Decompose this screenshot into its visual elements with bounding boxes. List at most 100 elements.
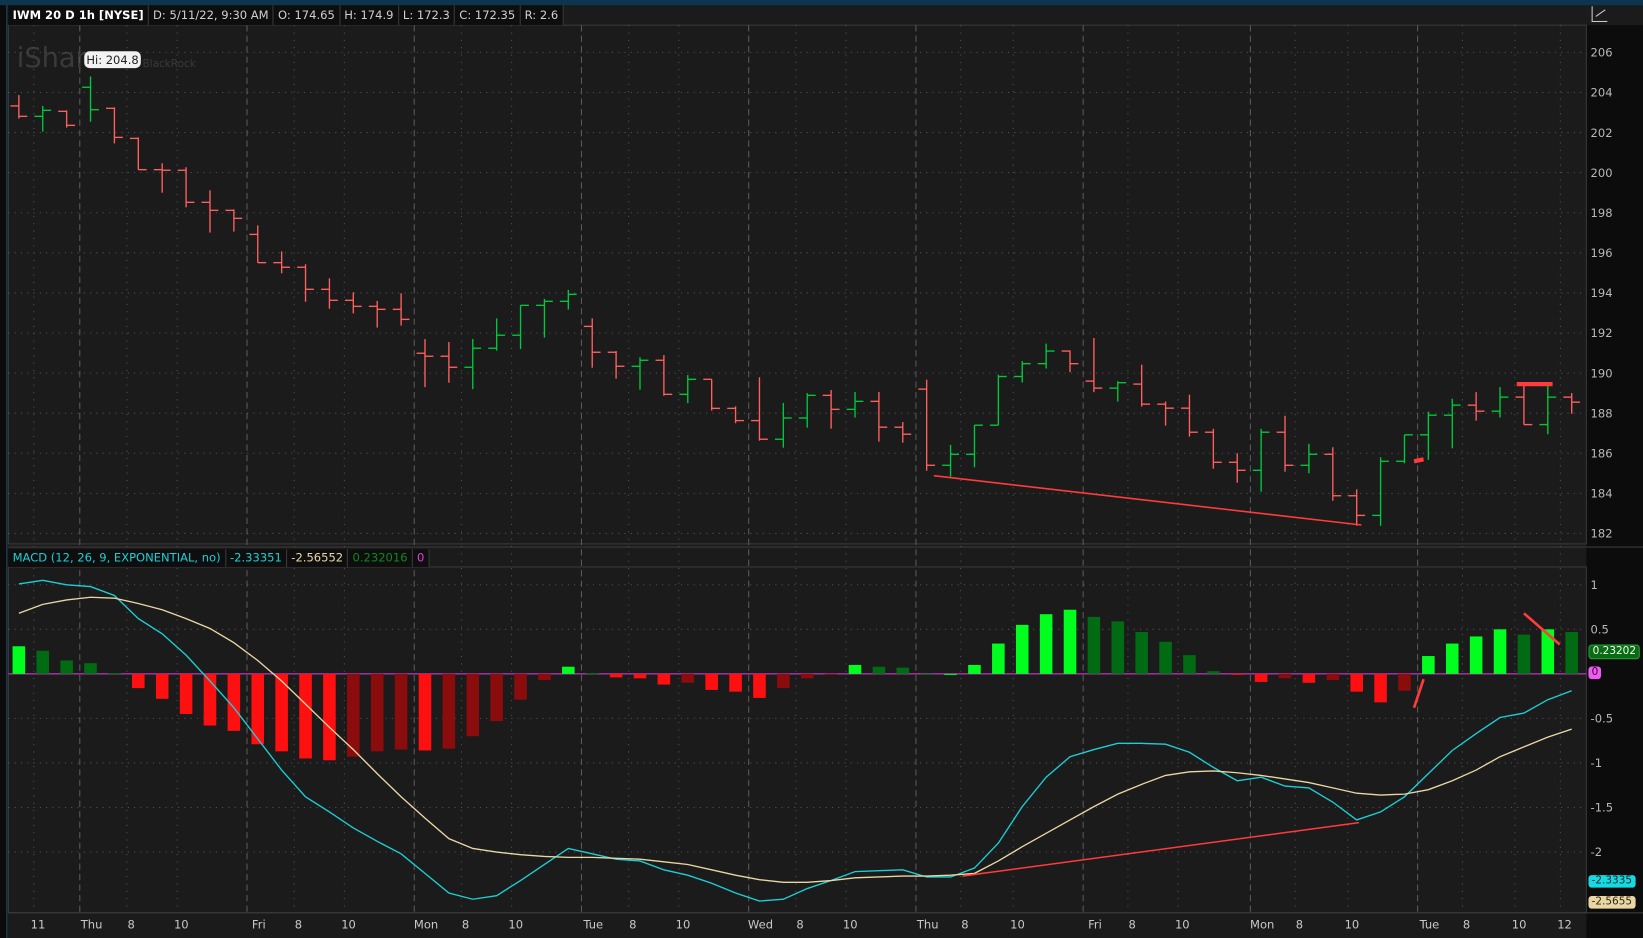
macd-axis-label: -0.5 xyxy=(1591,712,1613,726)
macd-histogram-bar xyxy=(657,673,671,685)
price-axis-label: 204 xyxy=(1591,86,1613,100)
time-axis-label: 10 xyxy=(1512,918,1527,932)
macd-histogram-bar xyxy=(848,664,862,674)
time-axis-label: Tue xyxy=(1419,918,1440,932)
price-axis-label: 188 xyxy=(1591,406,1613,420)
macd-histogram-bar xyxy=(466,673,480,737)
macd-study-header: MACD (12, 26, 9, EXPONENTIAL, no) -2.333… xyxy=(8,549,430,567)
price-panel xyxy=(7,24,1587,545)
macd-histogram-bar xyxy=(1063,609,1077,674)
macd-histogram-bar xyxy=(753,673,766,698)
close-readout: C: 172.35 xyxy=(455,5,521,26)
macd-histogram-bar xyxy=(896,667,910,674)
macd-histogram-bar xyxy=(442,673,456,749)
macd-histogram-bar xyxy=(729,673,742,692)
symbol-info-bar: IWM 20 D 1h [NYSE] D: 5/11/22, 9:30 AM O… xyxy=(8,5,564,26)
time-axis-label: 12 xyxy=(1557,918,1572,932)
macd-histogram-bar xyxy=(1398,673,1411,691)
macd-histogram-bar xyxy=(872,666,886,674)
time-axis-label: 10 xyxy=(1010,918,1025,932)
high-tooltip-text: Hi: 204.8 xyxy=(86,53,138,67)
macd-histogram-bar xyxy=(1517,634,1531,674)
time-axis-label: Tue xyxy=(582,918,603,932)
macd-histogram-bar xyxy=(132,673,145,689)
time-axis-label: 8 xyxy=(1128,918,1135,932)
macd-histogram-bar xyxy=(1565,631,1578,674)
value-axis-tag: -2.3335 xyxy=(1588,875,1636,888)
macd-histogram-bar xyxy=(1230,673,1244,675)
price-axis-label: 184 xyxy=(1591,487,1613,501)
low-readout: L: 172.3 xyxy=(399,5,456,26)
price-axis-label: 198 xyxy=(1591,206,1613,220)
time-axis-label: 8 xyxy=(796,918,803,932)
macd-histogram-bar xyxy=(1183,655,1196,674)
time-axis-label: 10 xyxy=(508,918,523,932)
macd-histogram-bar xyxy=(968,664,981,674)
macd-study-title[interactable]: MACD (12, 26, 9, EXPONENTIAL, no) xyxy=(8,549,226,567)
time-axis-label: Fri xyxy=(1088,918,1102,932)
macd-histogram-bar xyxy=(1087,616,1101,674)
macd-histogram-bar xyxy=(1374,673,1387,703)
trendline-annotation xyxy=(1413,457,1425,464)
macd-histogram-bar xyxy=(179,673,193,714)
time-axis-label: 8 xyxy=(1296,918,1303,932)
macd-histogram-bar xyxy=(108,672,121,675)
time-axis-label: 8 xyxy=(462,918,469,932)
macd-histogram-bar xyxy=(609,673,623,678)
macd-histogram-bar xyxy=(1159,641,1172,674)
time-axis-label: 8 xyxy=(961,918,968,932)
macd-histogram-bar xyxy=(992,643,1005,674)
price-axis-label: 190 xyxy=(1591,366,1613,380)
time-axis-label: 8 xyxy=(1463,918,1470,932)
macd-histogram-bar xyxy=(777,673,790,689)
time-axis-label: Mon xyxy=(1250,918,1274,932)
price-axis-label: 206 xyxy=(1591,46,1613,60)
macd-axis-label: 0.5 xyxy=(1591,623,1609,637)
time-axis-label: Wed xyxy=(748,918,773,932)
time-axis-label: Mon xyxy=(414,918,438,932)
macd-histogram-bar xyxy=(1493,629,1507,674)
diff-axis-tag: 0.23202 xyxy=(1588,644,1641,660)
time-axis-label: 10 xyxy=(341,918,356,932)
high-readout: H: 174.9 xyxy=(340,5,399,26)
macd-histogram-bar xyxy=(490,673,503,722)
macd-histogram-bar xyxy=(1254,673,1268,682)
macd-histogram-bar xyxy=(370,673,384,752)
macd-histogram-bar xyxy=(323,673,336,761)
macd-histogram-bar xyxy=(944,673,957,675)
macd-histogram-bar xyxy=(1469,636,1483,674)
macd-histogram-bar xyxy=(299,673,312,759)
macd-panel xyxy=(7,566,1587,914)
price-axis-label: 186 xyxy=(1591,446,1613,460)
price-axis-label: 194 xyxy=(1591,286,1613,300)
macd-histogram-bar xyxy=(394,673,408,750)
time-axis-label: Fri xyxy=(252,918,266,932)
macd-histogram-bar xyxy=(60,660,73,674)
macd-histogram-bar xyxy=(1302,673,1316,683)
price-and-macd-chart[interactable]: iShares BlackRock182184186188190192194196… xyxy=(0,0,1643,938)
time-axis-label: 10 xyxy=(843,918,858,932)
macd-histogram-bar xyxy=(418,673,432,751)
macd-histogram-bar xyxy=(681,673,695,683)
time-axis-label: 11 xyxy=(31,918,46,932)
range-readout: R: 2.6 xyxy=(520,5,564,26)
macd-histogram-bar xyxy=(705,673,718,690)
macd-histogram-bar xyxy=(1278,673,1292,679)
time-axis-label: 8 xyxy=(127,918,134,932)
time-axis-label: Thu xyxy=(80,918,103,932)
time-axis-label: 10 xyxy=(1345,918,1360,932)
macd-histogram-bar xyxy=(1135,631,1148,674)
macd-histogram-bar xyxy=(1207,671,1220,674)
macd-histogram-bar xyxy=(1111,621,1125,674)
chart-window: iShares BlackRock 182 184 186 188 190 192 194 196… xyxy=(0,0,1643,938)
symbol-label[interactable]: IWM 20 D 1h [NYSE] xyxy=(8,5,149,26)
macd-histogram-bar xyxy=(1541,629,1555,674)
macd-histogram-bar xyxy=(1422,656,1435,674)
macd-histogram-bar xyxy=(800,673,814,679)
watermark-blackrock: BlackRock xyxy=(143,58,197,70)
macd-diff-readout: 0.232016 xyxy=(348,549,413,567)
macd-histogram-bar xyxy=(585,672,599,675)
macd-histogram-bar xyxy=(1445,643,1459,674)
macd-histogram-bar xyxy=(12,646,26,674)
time-axis-label: 8 xyxy=(295,918,302,932)
